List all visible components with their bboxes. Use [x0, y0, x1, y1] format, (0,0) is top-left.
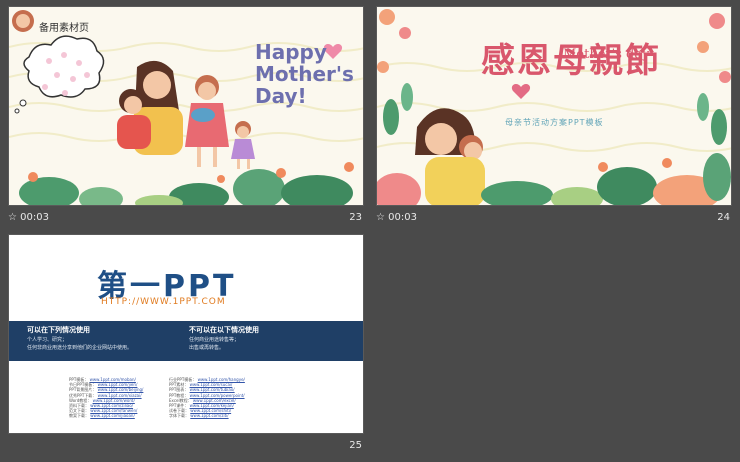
foliage-decoration [19, 162, 354, 205]
forbidden-item-2: 出售或再转售。 [189, 345, 225, 351]
slide-preview[interactable]: 备用素材页 Happy Mother's Day! [8, 6, 364, 206]
slide-subtitle: 母亲节活动方案PPT模板 [505, 118, 604, 127]
link-row: 教案下载： www.1ppt.com/jiaoan/ [69, 413, 143, 418]
slide-thumbnail-25[interactable]: 第一PPT HTTP://WWW.1PPT.COM 可以在下列情况使用 个人学习… [8, 234, 364, 456]
thought-bubble [23, 35, 105, 98]
little-girl-illustration [231, 121, 255, 169]
text-line-happy: Happy [255, 40, 327, 64]
mother-daughter-illustration [415, 108, 485, 205]
link[interactable]: www.1ppt.com/jiaoan/ [90, 413, 135, 418]
text-line-mothers: Mother's [255, 62, 354, 86]
star-transition-icon[interactable]: ☆ [8, 212, 17, 223]
mother-child-illustration [117, 60, 183, 155]
slide-number: 25 [349, 440, 362, 451]
allowed-item-2: 任何非商业用途分享到他们的企业网站中使用。 [27, 345, 133, 351]
slide-title-en: Mother's day [563, 47, 650, 62]
slide-thumbnail-24[interactable]: 感恩母親節 Mother's day 母亲节活动方案PPT模板 ☆ 00:03 … [376, 6, 732, 228]
slide-preview[interactable]: 感恩母親節 Mother's day 母亲节活动方案PPT模板 [376, 6, 732, 206]
link[interactable]: www.1ppt.com/ziti/ [190, 413, 228, 418]
allowed-item-1: 个人学习、研究； [27, 337, 68, 343]
slide-preview[interactable]: 第一PPT HTTP://WWW.1PPT.COM 可以在下列情况使用 个人学习… [8, 234, 364, 434]
duration-text: 00:03 [20, 212, 49, 223]
slide-meta: ☆ 00:03 23 [8, 210, 364, 226]
slide-number: 24 [717, 212, 730, 223]
slide-meta: ☆ 00:03 24 [376, 210, 732, 226]
slide-duration: ☆ 00:03 [376, 212, 417, 223]
duration-text: 00:03 [388, 212, 417, 223]
slide-thumbnail-23[interactable]: 备用素材页 Happy Mother's Day! ☆ 00:03 23 [8, 6, 364, 228]
slide-label: 备用素材页 [39, 23, 89, 34]
forbidden-heading: 不可以在以下情况使用 [189, 326, 259, 334]
star-transition-icon[interactable]: ☆ [376, 212, 385, 223]
allowed-heading: 可以在下列情况使用 [27, 326, 90, 334]
link-label: 字体下载： [169, 413, 189, 419]
woman-with-baby-illustration [185, 75, 229, 167]
happy-mothers-day-text: Happy Mother's Day! [255, 41, 354, 107]
slide-duration: ☆ 00:03 [8, 212, 49, 223]
link-label: 教案下载： [69, 413, 89, 419]
links-right: 行业PPT模板： www.1ppt.com/hangye/ PPT素材： www… [169, 377, 245, 419]
links-left: PPT模板： www.1ppt.com/moban/ 节日PPT模板： www.… [69, 377, 143, 419]
slide-meta: 25 [8, 438, 364, 454]
text-line-day: Day! [255, 84, 307, 108]
website-url: HTTP://WWW.1PPT.COM [101, 297, 226, 307]
slide-number: 23 [349, 212, 362, 223]
heart-icon [511, 84, 531, 99]
link-row: 字体下载： www.1ppt.com/ziti/ [169, 413, 245, 418]
forbidden-item-1: 任何商业用途转售等； [189, 337, 240, 343]
usage-terms-band: 可以在下列情况使用 个人学习、研究； 任何非商业用途分享到他们的企业网站中使用。… [9, 321, 363, 361]
